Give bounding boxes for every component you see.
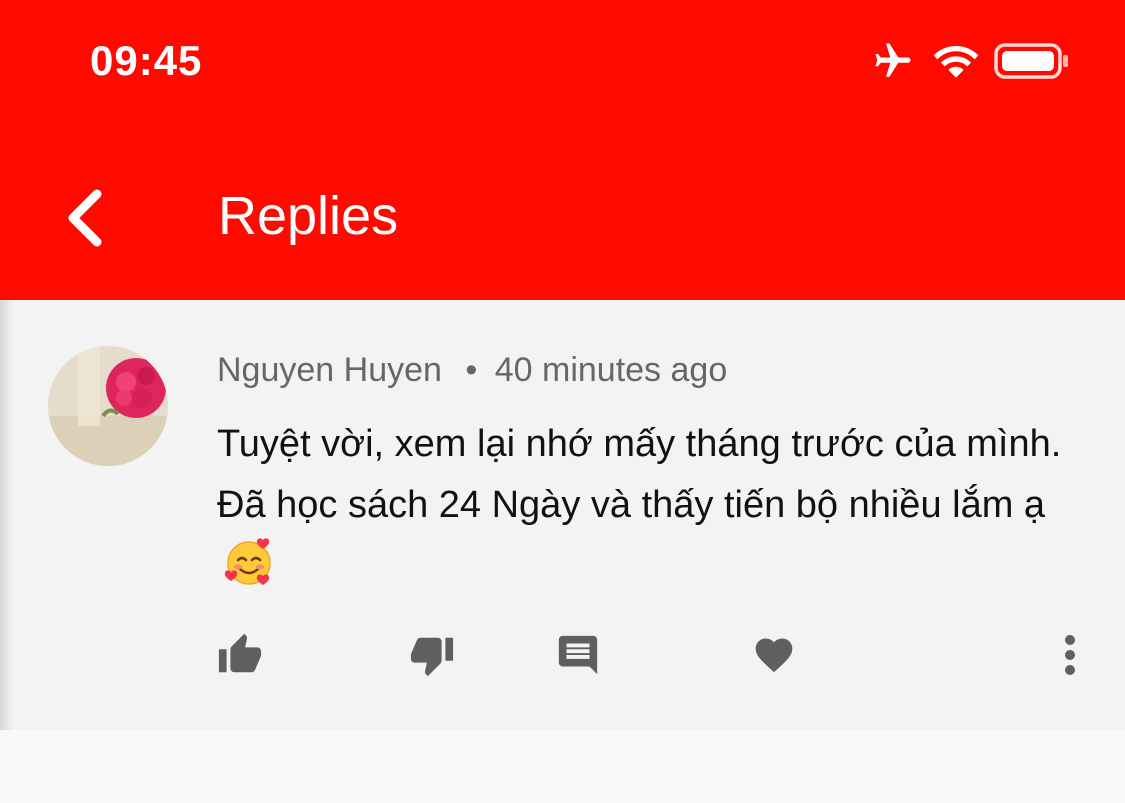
thumbs-down-icon (410, 637, 454, 677)
like-button[interactable] (210, 620, 270, 690)
more-options-button[interactable] (1050, 620, 1090, 690)
wifi-icon (933, 46, 979, 78)
status-time: 09:45 (90, 37, 203, 84)
empty-area (0, 730, 1125, 803)
comment-card: Nguyen Huyen • 40 minutes ago Tuyệt vời,… (0, 300, 1125, 730)
replies-screen: 09:45 Replies Nguyen Huyen • 40 minutes … (0, 0, 1125, 803)
reply-button[interactable] (548, 620, 608, 690)
avatar-image (48, 346, 168, 466)
comment-text: Tuyệt vời, xem lại nhớ mấy tháng trước c… (217, 414, 1077, 597)
comment-actions (0, 620, 1125, 690)
heart-button[interactable] (744, 620, 804, 690)
more-vertical-icon (1065, 635, 1075, 675)
chevron-left-icon (68, 189, 102, 247)
app-header: 09:45 Replies (0, 0, 1125, 300)
dislike-button[interactable] (402, 620, 462, 690)
comment-body: Tuyệt vời, xem lại nhớ mấy tháng trước c… (217, 423, 1062, 526)
comment-meta: Nguyen Huyen • 40 minutes ago (217, 350, 727, 390)
avatar[interactable] (48, 346, 168, 466)
airplane-icon (875, 43, 911, 77)
comment-time: 40 minutes ago (494, 351, 728, 389)
meta-separator: • (465, 351, 478, 389)
comment-author[interactable]: Nguyen Huyen (217, 351, 442, 389)
page-title: Replies (218, 186, 399, 246)
thumbs-up-icon (218, 633, 262, 673)
heart-icon (755, 638, 793, 673)
status-icons (870, 38, 1070, 84)
battery-icon (994, 43, 1068, 79)
back-button[interactable] (50, 180, 120, 256)
smiling-face-with-hearts-icon (224, 538, 271, 585)
reply-comment-icon (558, 635, 598, 675)
